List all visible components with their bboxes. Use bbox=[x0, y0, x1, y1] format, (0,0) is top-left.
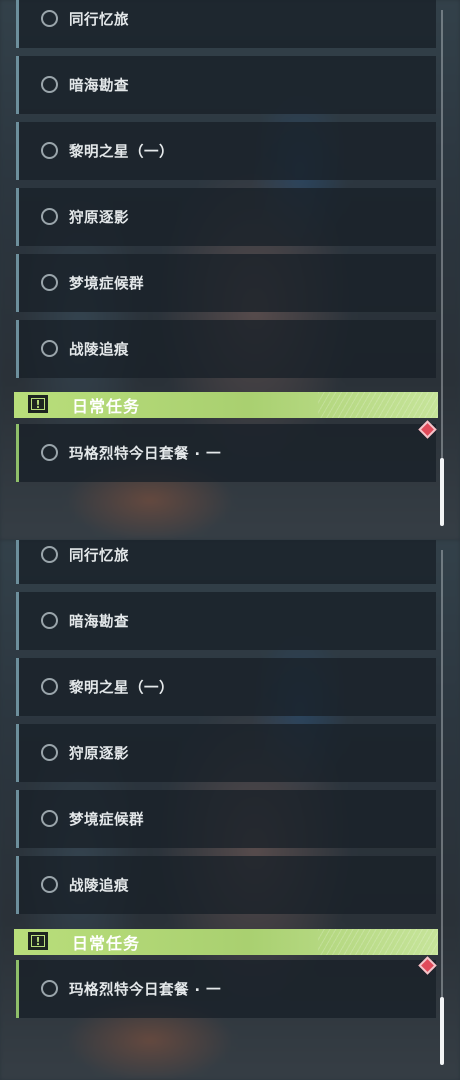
quest-item[interactable]: 暗海勘查 bbox=[16, 592, 436, 650]
quest-list-panel-top: 同行忆旅 暗海勘查 黎明之星（一） 狩原逐影 梦境症候群 战陵追痕 ! 日常任务… bbox=[0, 0, 460, 540]
daily-quest-item[interactable]: 玛格烈特今日套餐 · 一 bbox=[16, 960, 436, 1018]
quest-status-circle-icon bbox=[41, 810, 58, 827]
quest-item-label: 同行忆旅 bbox=[69, 548, 129, 565]
quest-item-label: 玛格烈特今日套餐 · 一 bbox=[69, 982, 222, 999]
quest-item-label: 狩原逐影 bbox=[69, 746, 129, 763]
daily-quest-category-header[interactable]: ! 日常任务 bbox=[14, 929, 438, 955]
category-title: 日常任务 bbox=[72, 934, 141, 953]
quest-item[interactable]: 梦境症候群 bbox=[16, 254, 436, 312]
quest-status-circle-icon bbox=[41, 76, 58, 93]
quest-status-circle-icon bbox=[41, 612, 58, 629]
quest-status-circle-icon bbox=[41, 980, 58, 997]
exclamation-icon: ! bbox=[28, 932, 48, 950]
quest-item[interactable]: 黎明之星（一） bbox=[16, 122, 436, 180]
quest-item-label: 梦境症候群 bbox=[69, 276, 144, 293]
quest-status-circle-icon bbox=[41, 876, 58, 893]
quest-item[interactable]: 暗海勘查 bbox=[16, 56, 436, 114]
category-title: 日常任务 bbox=[72, 397, 141, 416]
quest-item[interactable]: 狩原逐影 bbox=[16, 188, 436, 246]
quest-status-circle-icon bbox=[41, 444, 58, 461]
quest-status-circle-icon bbox=[41, 10, 58, 27]
quest-item-label: 狩原逐影 bbox=[69, 210, 129, 227]
quest-item[interactable]: 同行忆旅 bbox=[16, 0, 436, 48]
scrollbar-thumb[interactable] bbox=[440, 997, 444, 1065]
quest-item[interactable]: 战陵追痕 bbox=[16, 320, 436, 378]
quest-item[interactable]: 狩原逐影 bbox=[16, 724, 436, 782]
quest-item-label: 梦境症候群 bbox=[69, 812, 144, 829]
quest-list-panel-bottom: 同行忆旅 暗海勘查 黎明之星（一） 狩原逐影 梦境症候群 战陵追痕 ! 日常任务… bbox=[0, 540, 460, 1080]
quest-item[interactable]: 同行忆旅 bbox=[16, 540, 436, 584]
quest-item[interactable]: 黎明之星（一） bbox=[16, 658, 436, 716]
quest-item-label: 玛格烈特今日套餐 · 一 bbox=[69, 446, 222, 463]
quest-item-label: 暗海勘查 bbox=[69, 614, 129, 631]
quest-status-circle-icon bbox=[41, 142, 58, 159]
quest-status-circle-icon bbox=[41, 678, 58, 695]
quest-item[interactable]: 梦境症候群 bbox=[16, 790, 436, 848]
quest-status-circle-icon bbox=[41, 274, 58, 291]
daily-quest-category-header[interactable]: ! 日常任务 bbox=[14, 392, 438, 418]
quest-status-circle-icon bbox=[41, 208, 58, 225]
quest-status-circle-icon bbox=[41, 546, 58, 563]
quest-item[interactable]: 战陵追痕 bbox=[16, 856, 436, 914]
quest-item-label: 黎明之星（一） bbox=[69, 680, 174, 697]
daily-quest-item[interactable]: 玛格烈特今日套餐 · 一 bbox=[16, 424, 436, 482]
quest-status-circle-icon bbox=[41, 744, 58, 761]
quest-item-label: 战陵追痕 bbox=[69, 342, 129, 359]
quest-item-label: 战陵追痕 bbox=[69, 878, 129, 895]
scrollbar-track[interactable] bbox=[441, 10, 443, 520]
quest-item-label: 黎明之星（一） bbox=[69, 144, 174, 161]
scrollbar-track[interactable] bbox=[441, 550, 443, 1060]
exclamation-icon: ! bbox=[28, 395, 48, 413]
quest-item-label: 暗海勘查 bbox=[69, 78, 129, 95]
quest-status-circle-icon bbox=[41, 340, 58, 357]
quest-item-label: 同行忆旅 bbox=[69, 12, 129, 29]
scrollbar-thumb[interactable] bbox=[440, 458, 444, 526]
